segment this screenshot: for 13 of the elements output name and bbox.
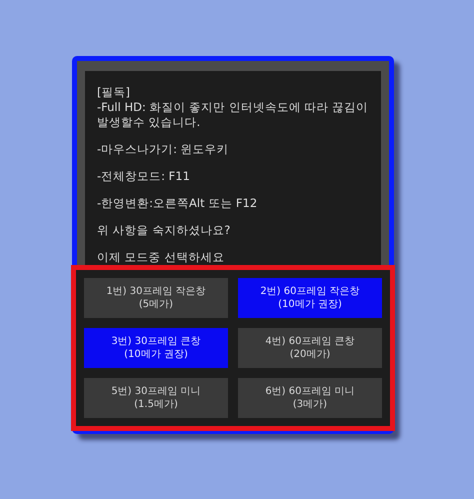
mode-button[interactable]: 2번) 60프레임 작은창 (10메가 권장) [238, 278, 382, 318]
notice-text: 위 사항을 숙지하셨나요? [97, 223, 232, 238]
notice-text: -마우스나가기: 윈도우키 [97, 142, 230, 157]
notice-text: -Full HD: 화질이 좋지만 인터넷속도에 따라 끊김이 발생할수 있습니다. [97, 100, 370, 130]
notice-text: -전체창모드: F11 [97, 169, 191, 184]
mode-button[interactable]: 6번) 60프레임 미니 (3메가) [238, 378, 382, 418]
notice-text: -한영변환:오른쪽Alt 또는 F12 [97, 196, 258, 211]
notice-text: 이제 모드중 선택하세요 [97, 250, 226, 265]
mode-button[interactable]: 4번) 60프레임 큰창 (20메가) [238, 328, 382, 368]
mode-button[interactable]: 1번) 30프레임 작은창 (5메가) [84, 278, 228, 318]
notice-heading: [필독] [97, 85, 131, 100]
mode-button[interactable]: 5번) 30프레임 미니 (1.5메가) [84, 378, 228, 418]
mode-button[interactable]: 3번) 30프레임 큰창 (10메가 권장) [84, 328, 228, 368]
